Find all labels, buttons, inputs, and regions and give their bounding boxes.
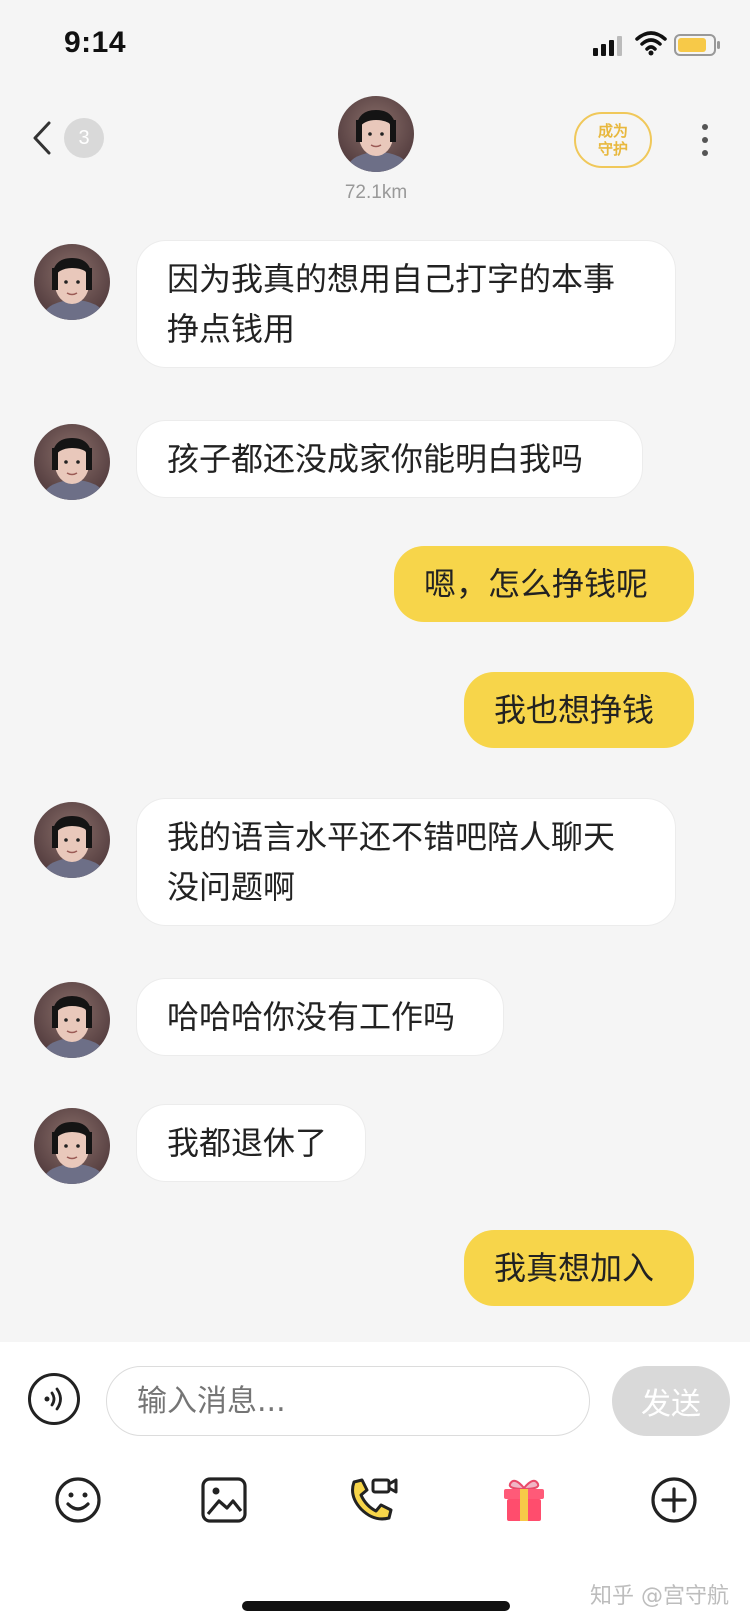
contact-avatar[interactable] — [338, 96, 414, 172]
message-bubble-incoming[interactable]: 我的语言水平还不错吧陪人聊天 没问题啊 — [136, 798, 676, 926]
watermark: 知乎 @宫守航 — [590, 1584, 729, 1609]
voice-icon — [44, 1387, 62, 1411]
avatar-image — [34, 244, 110, 320]
message-avatar[interactable] — [34, 1108, 110, 1184]
avatar-image — [34, 982, 110, 1058]
message-input[interactable] — [106, 1366, 590, 1436]
message-bubble-incoming[interactable]: 我都退休了 — [136, 1104, 366, 1182]
message-text-line: 我都退休了 — [167, 1124, 328, 1162]
message-text-line: 孩子都还没成家你能明白我吗 — [167, 440, 584, 478]
more-options-icon[interactable] — [700, 124, 710, 160]
call-icon[interactable] — [344, 1474, 404, 1526]
contact-avatar-image — [338, 96, 414, 172]
message-bubble-incoming[interactable]: 因为我真的想用自己打字的本事 挣点钱用 — [136, 240, 676, 368]
gift-icon[interactable] — [498, 1474, 550, 1526]
message-text-line: 没问题啊 — [167, 868, 296, 906]
avatar-image — [34, 802, 110, 878]
send-button[interactable]: 发送 — [612, 1366, 730, 1436]
wifi-icon — [635, 31, 667, 56]
home-indicator[interactable] — [242, 1601, 510, 1611]
back-icon[interactable] — [30, 118, 54, 158]
become-guardian-button[interactable]: 成为 守护 — [574, 112, 652, 168]
guard-label-line1: 成为 — [597, 122, 628, 140]
message-text-line: 我也想挣钱 — [494, 691, 655, 729]
message-bubble-incoming[interactable]: 孩子都还没成家你能明白我吗 — [136, 420, 643, 498]
message-text-line: 我的语言水平还不错吧陪人聊天 — [167, 818, 616, 856]
avatar-image — [34, 424, 110, 500]
message-avatar[interactable] — [34, 802, 110, 878]
guard-label-line2: 守护 — [597, 140, 628, 158]
message-text-line: 挣点钱用 — [167, 310, 296, 348]
message-avatar[interactable] — [34, 244, 110, 320]
message-avatar[interactable] — [34, 424, 110, 500]
avatar-image — [34, 1108, 110, 1184]
message-text-line: 我真想加入 — [494, 1249, 655, 1287]
message-text-line: 嗯，怎么挣钱呢 — [424, 565, 649, 603]
contact-distance: 72.1km — [344, 182, 408, 203]
plus-icon[interactable] — [648, 1474, 700, 1526]
message-text-line: 因为我真的想用自己打字的本事 — [167, 260, 616, 298]
voice-input-button[interactable] — [28, 1373, 80, 1425]
emoji-icon[interactable] — [52, 1474, 104, 1526]
message-bubble-outgoing[interactable]: 我真想加入 — [464, 1230, 694, 1306]
message-bubble-outgoing[interactable]: 嗯，怎么挣钱呢 — [394, 546, 694, 622]
message-text-line: 哈哈哈你没有工作吗 — [167, 998, 456, 1036]
cellular-signal-icon — [593, 36, 622, 56]
message-avatar[interactable] — [34, 982, 110, 1058]
image-icon[interactable] — [198, 1474, 250, 1526]
unread-count-badge[interactable]: 3 — [64, 118, 104, 158]
battery-icon — [674, 34, 720, 56]
status-time: 9:14 — [64, 26, 127, 59]
message-bubble-outgoing[interactable]: 我也想挣钱 — [464, 672, 694, 748]
message-bubble-incoming[interactable]: 哈哈哈你没有工作吗 — [136, 978, 504, 1056]
